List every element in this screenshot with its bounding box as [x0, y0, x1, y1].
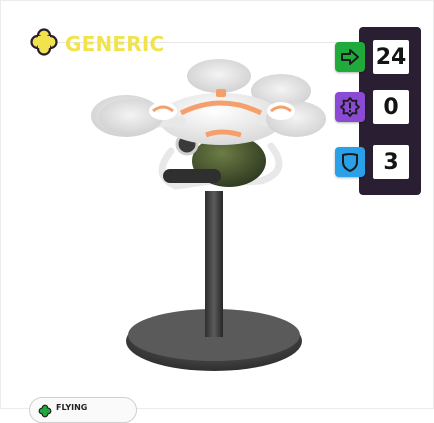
- stat-movement-value: 24: [371, 38, 411, 76]
- stats-panel: 24 0 3: [335, 27, 421, 195]
- unit-card[interactable]: GENERIC 24 0 3 FLYING: [0, 0, 434, 423]
- stat-armor-value: 3: [371, 143, 411, 181]
- stat-movement: 24: [335, 37, 417, 77]
- unit-type-badge[interactable]: FLYING: [29, 397, 137, 423]
- stat-warning: 0: [335, 87, 417, 127]
- unit-image: [91, 59, 326, 371]
- unit-type-label: FLYING: [56, 403, 88, 412]
- shield-icon: [335, 147, 365, 177]
- clover-icon: [29, 27, 59, 61]
- alert-badge-icon: [335, 92, 365, 122]
- stat-warning-value: 0: [371, 88, 411, 126]
- stat-armor: 3: [335, 142, 417, 182]
- clover-icon: [38, 403, 52, 422]
- arrow-right-icon: [335, 42, 365, 72]
